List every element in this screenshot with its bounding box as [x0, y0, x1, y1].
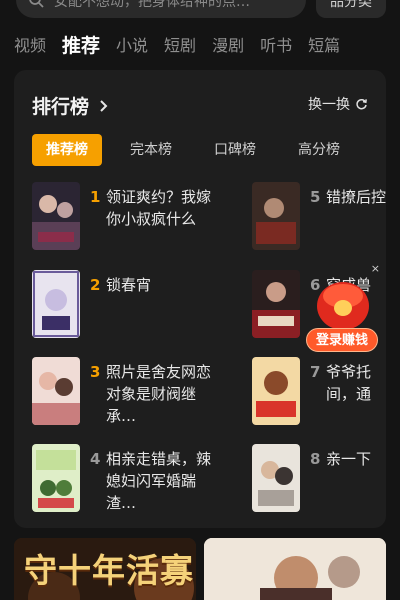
refresh-label: 换一换 — [308, 97, 350, 113]
book-title: 相亲走错桌，辣媳妇闪军婚踹渣… — [106, 450, 212, 512]
book-title: 错撩后控 — [326, 188, 386, 206]
book-item[interactable]: 2 锁春宵 — [32, 270, 232, 342]
search-icon — [29, 0, 44, 8]
rank-number: 4 — [90, 450, 101, 468]
rank-number: 1 — [90, 188, 101, 206]
refresh-button[interactable]: 换一换 — [308, 94, 368, 114]
book-cover — [252, 444, 300, 512]
ranking-header[interactable]: 排行榜 — [32, 92, 111, 119]
red-envelope-icon — [317, 282, 369, 330]
book-cover — [252, 357, 300, 425]
banner-illustration — [204, 538, 386, 600]
tab-audiobook[interactable]: 听书 — [260, 32, 292, 56]
tab-novel[interactable]: 小说 — [116, 32, 148, 56]
top-tabs: 视频 推荐 小说 短剧 漫剧 听书 短篇 — [14, 30, 356, 58]
book-cover — [32, 444, 80, 512]
rank-number: 5 — [310, 188, 321, 206]
book-title: 照片是舍友网恋对象是财阀继承… — [106, 363, 212, 425]
search-row: 女配不想动，把身体给神的点… 品分类 — [0, 0, 400, 18]
book-cover — [32, 357, 80, 425]
tab-video[interactable]: 视频 — [14, 32, 46, 56]
ranking-subtabs: 推荐榜 完本榜 口碑榜 高分榜 — [32, 134, 368, 166]
book-title: 爷爷托间，通 — [326, 363, 372, 403]
subtab-reputation[interactable]: 口碑榜 — [200, 134, 270, 166]
rank-number: 2 — [90, 276, 101, 294]
subtab-high-score[interactable]: 高分榜 — [284, 134, 354, 166]
rank-number: 3 — [90, 363, 101, 381]
book-item[interactable]: 5 错撩后控 — [252, 182, 386, 254]
book-item[interactable]: 1 领证爽约？我嫁你小叔疯什么 — [32, 182, 232, 254]
book-cover — [32, 182, 80, 250]
banner-title: 守十年活寡 — [24, 551, 194, 590]
book-item[interactable]: 4 相亲走错桌，辣媳妇闪军婚踹渣… — [32, 444, 232, 516]
login-reward-widget[interactable]: × 登录赚钱 — [306, 262, 386, 358]
rank-number: 7 — [310, 363, 321, 381]
search-placeholder: 女配不想动，把身体给神的点… — [54, 0, 250, 10]
book-title: 领证爽约？我嫁你小叔疯什么 — [106, 188, 212, 228]
book-cover — [252, 270, 300, 338]
subtab-completed[interactable]: 完本榜 — [116, 134, 186, 166]
book-cover — [252, 182, 300, 250]
ranking-title: 排行榜 — [32, 96, 90, 118]
book-title: 亲一下 — [326, 450, 372, 468]
banner-right[interactable] — [204, 538, 386, 600]
category-button[interactable]: 品分类 — [316, 0, 386, 18]
search-bar[interactable]: 女配不想动，把身体给神的点… — [16, 0, 306, 18]
chevron-right-icon — [100, 99, 108, 112]
rank-number: 8 — [310, 450, 321, 468]
tab-short-drama[interactable]: 短剧 — [164, 32, 196, 56]
refresh-icon — [356, 98, 367, 109]
tab-recommend[interactable]: 推荐 — [62, 31, 100, 58]
tab-comic-drama[interactable]: 漫剧 — [212, 32, 244, 56]
login-earn-button[interactable]: 登录赚钱 — [306, 328, 378, 352]
book-title: 锁春宵 — [106, 276, 152, 294]
book-item[interactable]: 7 爷爷托间，通 — [252, 357, 386, 429]
book-cover — [32, 270, 80, 338]
subtab-recommend[interactable]: 推荐榜 — [32, 134, 102, 166]
book-item[interactable]: 3 照片是舍友网恋对象是财阀继承… — [32, 357, 232, 429]
banner-left[interactable]: 守十年活寡 — [14, 538, 196, 600]
tab-short-story[interactable]: 短篇 — [308, 32, 340, 56]
book-item[interactable]: 8 亲一下 — [252, 444, 386, 516]
